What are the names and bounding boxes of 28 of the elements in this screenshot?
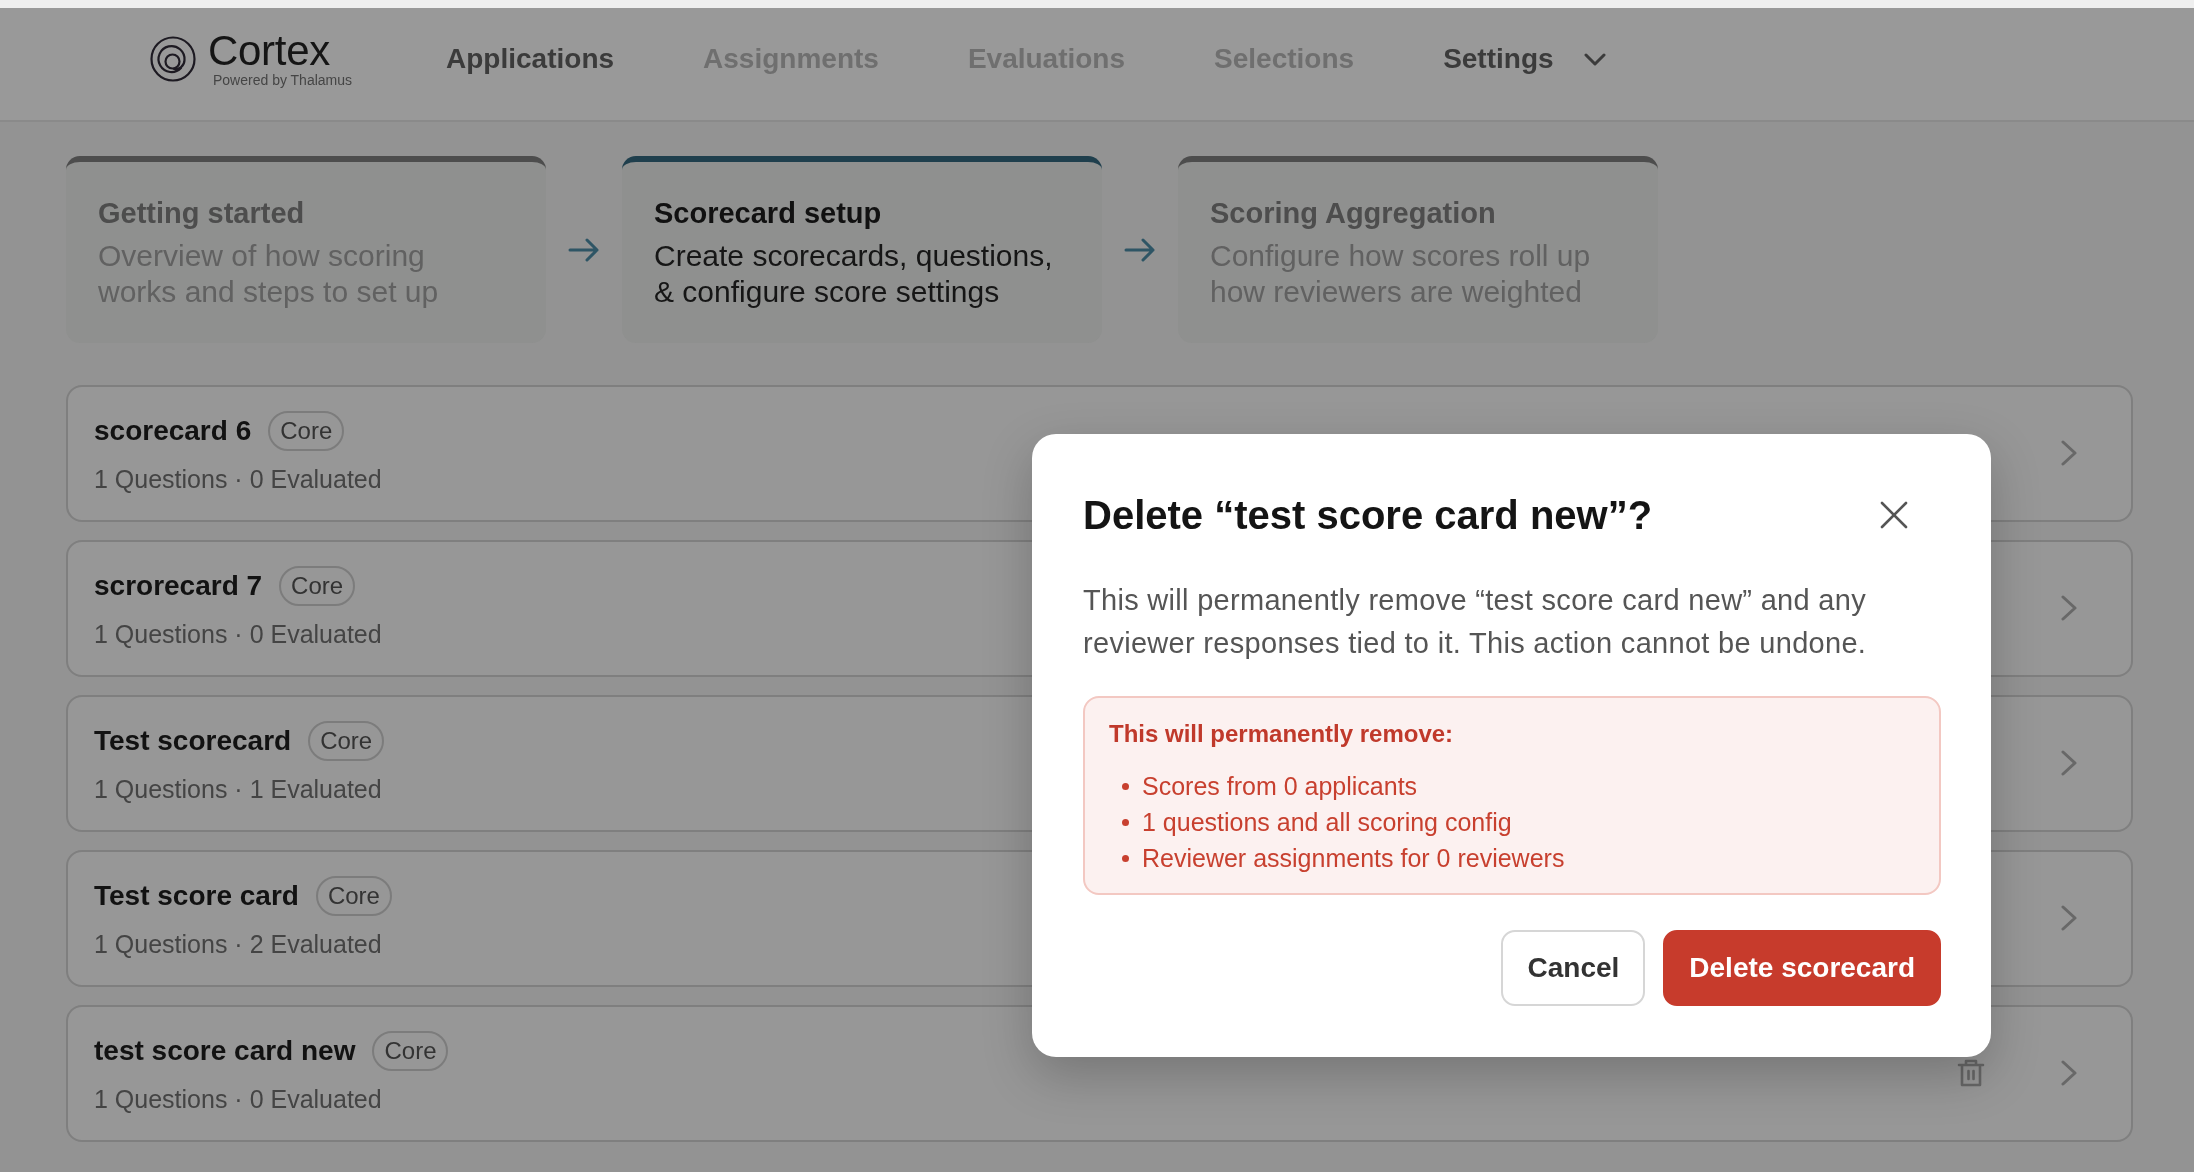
scorecard-meta: 1 Questions · 0 Evaluated: [94, 1084, 382, 1114]
scorecard-name: Test score card: [94, 880, 299, 912]
scorecard-tag: Core: [315, 876, 392, 916]
scorecard-meta: 1 Questions · 0 Evaluated: [94, 464, 382, 494]
logo-text: Cortex: [208, 30, 330, 72]
scorecard-tag: Core: [308, 721, 385, 761]
scorecard-name: test score card new: [94, 1035, 356, 1067]
nav-dropdown-label: Settings: [1443, 43, 1554, 75]
scorecard-name: Test scorecard: [94, 725, 292, 757]
warning-heading: This will permanently remove:: [1109, 719, 1455, 749]
warning-item: 1 questions and all scoring config: [1142, 807, 1512, 838]
warning-item: Reviewer assignments for 0 reviewers: [1142, 843, 1565, 874]
scorecard-tag: Core: [372, 1031, 449, 1071]
scorecard-name: scorecard 6: [94, 415, 252, 447]
scorecard-meta: 1 Questions · 1 Evaluated: [94, 774, 382, 804]
step-title: Getting started: [98, 196, 305, 230]
step-title: Scoring Aggregation: [1210, 196, 1496, 230]
warning-item: Scores from 0 applicants: [1142, 771, 1418, 802]
scorecard-meta: 1 Questions · 2 Evaluated: [94, 929, 382, 959]
step-description: Create scorecards, questions, & configure score settings: [654, 238, 1054, 310]
scorecard-tag: Core: [268, 411, 345, 451]
step-title: Scorecard setup: [654, 196, 882, 230]
dialog-message: This will permanently remove “test score card new” and any reviewer responses tied to it. This action cannot be undone.: [1083, 583, 1868, 661]
scorecard-tag: Core: [279, 566, 356, 606]
scorecard-name: scrorecard 7: [94, 570, 263, 602]
dialog-title: Delete “test score card new”?: [1083, 492, 1653, 539]
logo-tagline: Powered by Thalamus: [213, 72, 353, 88]
scorecard-meta: 1 Questions · 0 Evaluated: [94, 619, 382, 649]
